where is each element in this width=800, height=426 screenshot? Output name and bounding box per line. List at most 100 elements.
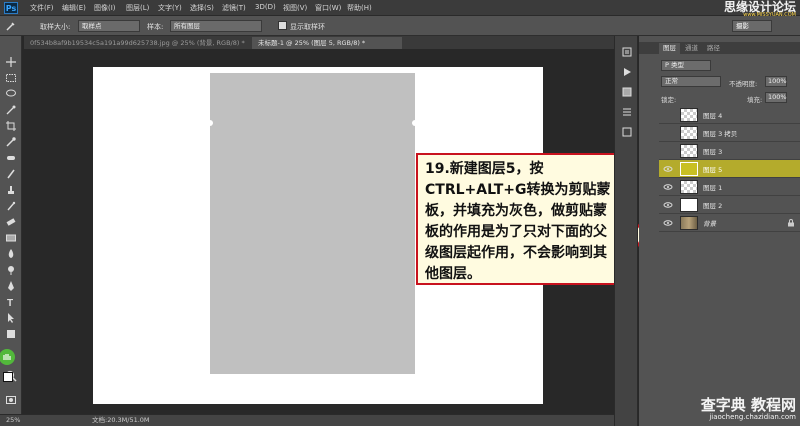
fill-label: 填充: (747, 96, 763, 104)
opacity-input[interactable]: 100% (765, 76, 787, 87)
shape-notch-left (207, 120, 213, 126)
layer-name: 图层 5 (703, 166, 723, 174)
tab-layers[interactable]: 图层 (659, 43, 680, 54)
tab-paths[interactable]: 路径 (703, 43, 724, 54)
tab-document-1[interactable]: 0f534b8af9b19534c5a191a99d625738.jpg @ 2… (24, 37, 249, 49)
quick-mask-icon[interactable] (5, 394, 17, 406)
document-tabs: 0f534b8af9b19534c5a191a99d625738.jpg @ 2… (24, 36, 614, 49)
eye-icon[interactable] (663, 164, 673, 174)
watermark-bottom-title: 查字典 教程网 (700, 396, 796, 414)
eyedropper-icon[interactable] (5, 20, 17, 32)
stamp-tool-icon[interactable] (5, 184, 17, 196)
layer-thumbnail (680, 144, 698, 158)
sample-size-label: 取样大小: (40, 23, 71, 31)
opacity-label: 不透明度: (729, 80, 758, 88)
show-ring-label: 显示取样环 (290, 23, 325, 31)
photoshop-logo: Ps (4, 2, 18, 14)
layer-row[interactable]: 图层 4 (659, 106, 800, 124)
options-bar: 取样大小: 取样点 样本: 所有图层 显示取样环 摄影 (0, 16, 800, 36)
tools-panel: T (0, 36, 22, 414)
layer-row[interactable]: 图层 2 (659, 196, 800, 214)
watermark-bottom: 查字典 教程网 jiaocheng.chazidian.com (701, 397, 796, 421)
layer-thumbnail (680, 108, 698, 122)
menu-view[interactable]: 视图(V) (283, 3, 307, 13)
dodge-tool-icon[interactable] (5, 264, 17, 276)
tab-document-2[interactable]: 未标题-1 @ 25% (图层 5, RGB/8) * (252, 37, 402, 49)
blend-mode-select[interactable]: 正常 (661, 76, 721, 87)
status-bar: 25% 文档:20.3M/51.0M (0, 414, 614, 426)
shape-tool-icon[interactable] (5, 328, 17, 340)
menu-layer[interactable]: 图层(L) (126, 3, 149, 13)
fill-input[interactable]: 100% (765, 92, 787, 103)
type-tool-icon[interactable]: T (5, 296, 17, 308)
layer-row[interactable]: 图层 3 (659, 142, 800, 160)
layer-row[interactable]: 图层 1 (659, 178, 800, 196)
tutorial-callout: 19.新建图层5，按CTRL+ALT+G转换为剪贴蒙板，并填充为灰色，做剪贴蒙板… (416, 153, 624, 285)
layer-thumbnail (680, 162, 698, 176)
menu-select[interactable]: 选择(S) (190, 3, 214, 13)
eye-icon[interactable] (663, 218, 673, 228)
menu-file[interactable]: 文件(F) (30, 3, 54, 13)
layer-name: 背景 (703, 220, 716, 228)
layer-row[interactable]: 图层 3 拷贝 (659, 124, 800, 142)
layer-row-selected[interactable]: 图层 5 (659, 160, 800, 178)
color-icon[interactable] (621, 86, 633, 98)
blur-tool-icon[interactable] (5, 248, 17, 260)
document-size: 文档:20.3M/51.0M (92, 416, 150, 424)
svg-text:T: T (7, 298, 13, 308)
layer-thumbnail (680, 198, 698, 212)
shape-notch-right (412, 120, 418, 126)
menu-image[interactable]: 图像(I) (94, 3, 116, 13)
layer-name: 图层 3 拷贝 (703, 130, 738, 138)
eye-icon[interactable] (663, 182, 673, 192)
adjustments-icon[interactable] (621, 106, 633, 118)
layer-row[interactable]: 背景 (659, 214, 800, 232)
eraser-tool-icon[interactable] (5, 216, 17, 228)
lasso-tool-icon[interactable] (5, 88, 17, 100)
healing-brush-tool-icon[interactable] (5, 152, 17, 164)
zoom-level[interactable]: 25% (6, 415, 20, 426)
sample-label: 样本: (147, 23, 164, 31)
gray-clipping-shape (210, 73, 415, 374)
path-selection-tool-icon[interactable] (5, 312, 17, 324)
layer-name: 图层 2 (703, 202, 723, 210)
move-tool-icon[interactable] (5, 56, 17, 68)
sample-size-select[interactable]: 取样点 (78, 20, 140, 32)
tab-channels[interactable]: 通道 (681, 43, 702, 54)
magic-wand-tool-icon[interactable] (5, 104, 17, 116)
layer-thumbnail (680, 180, 698, 194)
menu-filter[interactable]: 滤镜(T) (222, 3, 246, 13)
workspace-select[interactable]: 摄影 (732, 20, 772, 32)
layer-filter-select[interactable]: P 类型 (661, 60, 711, 71)
styles-icon[interactable] (621, 126, 633, 138)
show-ring-checkbox[interactable] (278, 21, 287, 30)
menu-window[interactable]: 窗口(W) (315, 3, 341, 13)
lock-label: 锁定: (661, 96, 677, 104)
pen-tool-icon[interactable] (5, 280, 17, 292)
callout-text: 19.新建图层5，按CTRL+ALT+G转换为剪贴蒙板，并填充为灰色，做剪贴蒙板… (425, 161, 611, 282)
menu-3d[interactable]: 3D(D) (255, 3, 276, 11)
layer-name: 图层 1 (703, 184, 723, 192)
layer-name: 图层 4 (703, 112, 723, 120)
menu-help[interactable]: 帮助(H) (347, 3, 372, 13)
watermark-bottom-url: jiaocheng.chazidian.com (709, 413, 796, 421)
foreground-color-swatch[interactable] (3, 372, 13, 382)
eyedropper-tool-icon[interactable] (5, 136, 17, 148)
history-icon[interactable] (621, 46, 633, 58)
sample-select[interactable]: 所有图层 (170, 20, 262, 32)
layer-name: 图层 3 (703, 148, 723, 156)
brush-tool-icon[interactable] (5, 168, 17, 180)
history-brush-tool-icon[interactable] (5, 200, 17, 212)
lock-icon (788, 219, 794, 227)
play-actions-icon[interactable] (621, 66, 633, 78)
gradient-tool-icon[interactable] (5, 232, 17, 244)
layer-thumbnail (680, 126, 698, 140)
crop-tool-icon[interactable] (5, 120, 17, 132)
menu-bar: Ps 文件(F) 编辑(E) 图像(I) 图层(L) 文字(Y) 选择(S) 滤… (0, 0, 800, 18)
marquee-tool-icon[interactable] (5, 72, 17, 84)
layers-panel-tabs: 图层 通道 路径 (639, 42, 800, 54)
menu-edit[interactable]: 编辑(E) (62, 3, 86, 13)
hand-tool-icon[interactable] (0, 348, 16, 366)
menu-type[interactable]: 文字(Y) (158, 3, 182, 13)
eye-icon[interactable] (663, 200, 673, 210)
